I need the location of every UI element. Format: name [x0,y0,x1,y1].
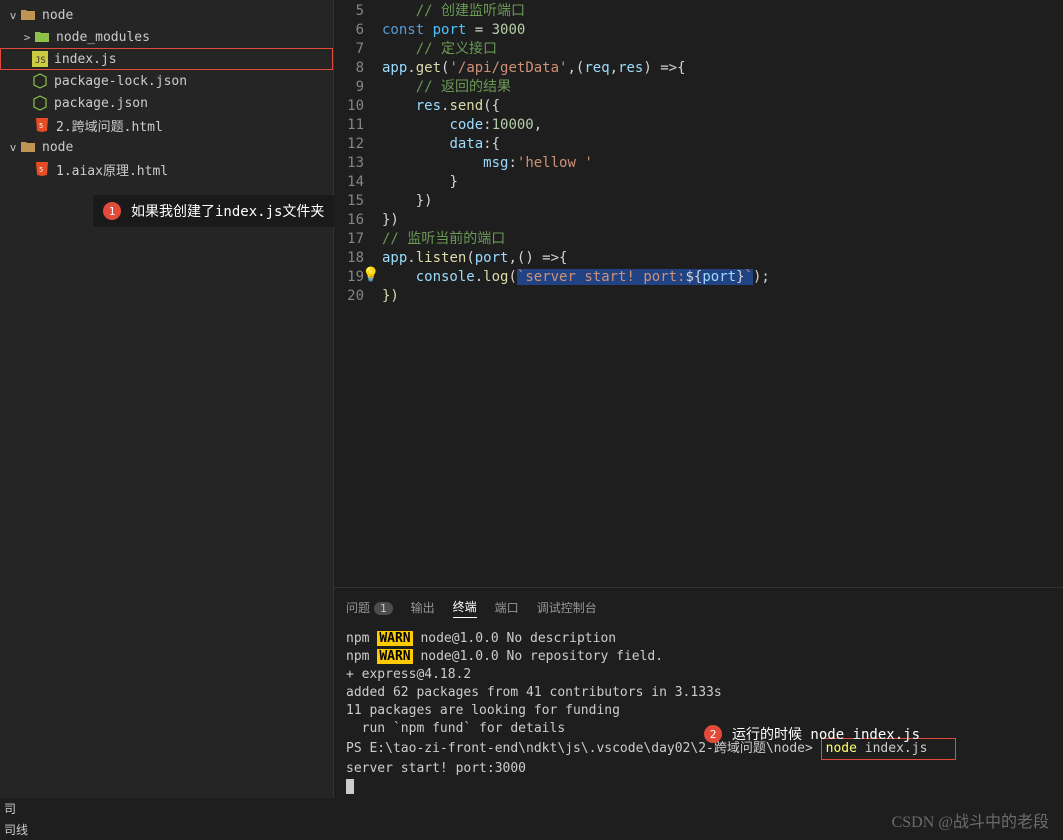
annotation-badge: 1 [103,202,121,220]
panel-tabs: 问题1 输出 终端 端口 调试控制台 [334,588,1063,622]
folder-icon [34,29,50,45]
tab-debug-console[interactable]: 调试控制台 [537,597,597,618]
svg-text:JS: JS [35,56,46,66]
file-package-json[interactable]: package.json [0,92,333,114]
bottom-panel: 问题1 输出 终端 端口 调试控制台 npm WARN node@1.0.0 N… [334,587,1063,840]
folder-label: node_modules [56,30,150,45]
folder-node-1[interactable]: v node [0,4,333,26]
warn-badge: WARN [377,631,412,646]
npm-icon [32,95,48,111]
warn-badge: WARN [377,649,412,664]
file-label: package-lock.json [54,74,187,89]
watermark: CSDN @战斗中的老段 [892,808,1049,832]
lightbulb-icon[interactable]: 💡 [362,266,379,285]
file-label: 1.aiax原理.html [56,160,168,179]
file-cors-html[interactable]: 5 2.跨域问题.html [0,114,333,136]
main-area: 567891011121314151617181920 💡 // 创建监听端口 … [334,0,1063,840]
file-label: package.json [54,96,148,111]
file-label: index.js [54,52,117,67]
chevron-down-icon: v [6,9,20,22]
folder-icon [20,139,36,155]
code-body[interactable]: 💡 // 创建监听端口 const port = 3000 // 定义接口 ap… [382,0,1063,587]
file-explorer: v node > node_modules JS index.js packag… [0,0,334,840]
annotation-badge: 2 [704,725,722,743]
tab-problems[interactable]: 问题1 [346,597,393,618]
file-label: 2.跨域问题.html [56,116,163,135]
folder-icon [20,7,36,23]
problems-count: 1 [374,602,393,615]
js-icon: JS [32,51,48,67]
folder-label: node [42,140,73,155]
npm-icon [32,73,48,89]
chevron-down-icon: v [6,141,20,154]
folder-node-2[interactable]: v node [0,136,333,158]
html-icon: 5 [34,117,50,133]
folder-label: node [42,8,73,23]
tab-ports[interactable]: 端口 [495,597,519,618]
line-gutter: 567891011121314151617181920 [334,0,382,587]
folder-node-modules[interactable]: > node_modules [0,26,333,48]
status-bar: 司 司线 [0,798,334,840]
annotation-2: 2 运行的时候 node index.js [694,718,930,750]
tab-terminal[interactable]: 终端 [453,596,477,618]
tab-output[interactable]: 输出 [411,597,435,618]
svg-text:5: 5 [39,122,43,130]
chevron-right-icon: > [20,31,34,44]
file-package-lock[interactable]: package-lock.json [0,70,333,92]
annotation-1: 1 如果我创建了index.js文件夹 [93,195,334,227]
annotation-text: 运行的时候 node index.js [732,724,920,744]
code-editor[interactable]: 567891011121314151617181920 💡 // 创建监听端口 … [334,0,1063,587]
annotation-text: 如果我创建了index.js文件夹 [131,201,324,221]
html-icon: 5 [34,161,50,177]
svg-text:5: 5 [39,166,43,174]
file-ajax-html[interactable]: 5 1.aiax原理.html [0,158,333,180]
file-index-js[interactable]: JS index.js [0,48,333,70]
terminal-cursor [346,779,354,794]
